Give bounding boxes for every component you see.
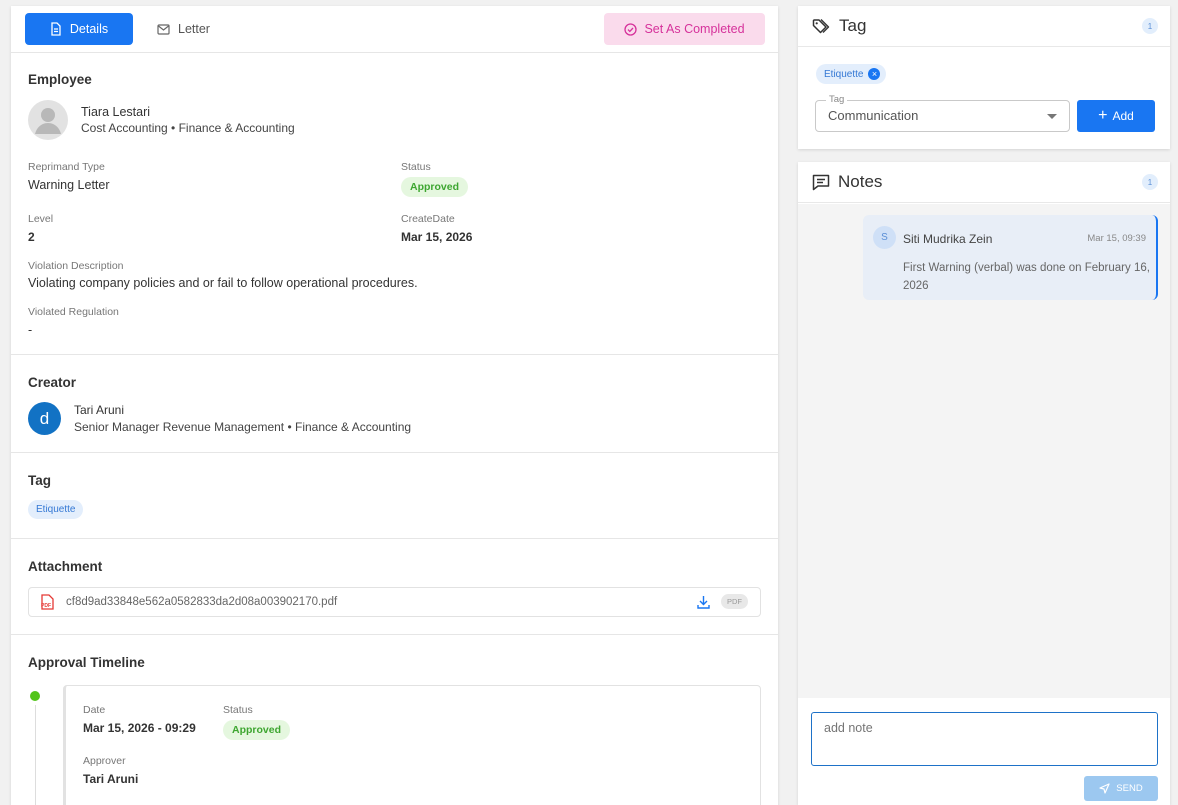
creator-section: Creator d Tari Aruni Senior Manager Reve… [11, 355, 778, 453]
employee-name: Tiara Lestari [81, 105, 151, 119]
timeline-date-value: Mar 15, 2026 - 09:29 [83, 721, 196, 735]
note-card: S Siti Mudrika Zein Mar 15, 09:39 First … [863, 215, 1158, 300]
tag-panel: Tag 1 Etiquette × Tag Communication + Ad… [798, 6, 1170, 149]
tag-panel-chip: Etiquette × [816, 64, 887, 84]
set-as-completed-button[interactable]: Set As Completed [604, 13, 765, 45]
remove-tag-icon[interactable]: × [868, 68, 881, 80]
violation-description-value: Violating company policies and or fail t… [28, 276, 418, 290]
tag-panel-header: Tag 1 [798, 6, 1170, 47]
timeline-status-badge: Approved [223, 720, 291, 740]
creator-name: Tari Aruni [74, 403, 125, 417]
send-icon [1099, 783, 1110, 794]
creator-avatar: d [28, 402, 61, 435]
reprimand-type-label: Reprimand Type [28, 161, 105, 173]
attachment-section-title: Attachment [28, 559, 103, 574]
approval-timeline-title: Approval Timeline [28, 655, 145, 670]
violated-regulation-value: - [28, 323, 33, 337]
user-placeholder-icon [35, 108, 61, 134]
timeline-line [35, 705, 36, 805]
employee-avatar [28, 100, 68, 140]
tag-select-value: Communication [828, 108, 919, 123]
timeline-date-label: Date [83, 704, 106, 716]
pdf-file-icon: PDF [41, 594, 54, 610]
tab-bar: Details Letter Set As Completed [11, 6, 778, 53]
create-date-value: Mar 15, 2026 [401, 230, 473, 244]
timeline-status-label: Status [223, 704, 253, 716]
creator-section-title: Creator [28, 375, 77, 390]
violation-description-label: Violation Description [28, 260, 124, 272]
tag-chip: Etiquette [28, 500, 84, 519]
tag-icon [812, 18, 830, 33]
violated-regulation-label: Violated Regulation [28, 306, 119, 318]
tag-panel-chip-label: Etiquette [824, 68, 864, 80]
notes-count-badge: 1 [1142, 174, 1158, 190]
file-type-badge: PDF [721, 594, 748, 609]
notes-panel-header: Notes 1 [798, 162, 1170, 203]
approval-timeline-section: Approval Timeline Date Mar 15, 2026 - 09… [11, 635, 778, 805]
document-icon [51, 22, 61, 36]
chevron-down-icon [1047, 114, 1057, 119]
tab-details-label: Details [69, 22, 109, 36]
tag-select[interactable]: Tag Communication [815, 94, 1070, 132]
employee-section-title: Employee [28, 72, 92, 87]
attachment-filename[interactable]: cf8d9ad33848e562a0582833da2d08a003902170… [66, 596, 337, 608]
set-as-completed-label: Set As Completed [644, 22, 745, 36]
add-tag-label: Add [1112, 109, 1134, 123]
notes-panel-title: Notes [838, 172, 883, 191]
notes-list: S Siti Mudrika Zein Mar 15, 09:39 First … [798, 204, 1170, 698]
timeline-card: Date Mar 15, 2026 - 09:29 Status Approve… [63, 685, 761, 805]
detail-panel: Details Letter Set As Completed Employee… [11, 6, 778, 805]
attachment-section: Attachment PDF cf8d9ad33848e562a0582833d… [11, 539, 778, 635]
tab-letter-label: Letter [178, 22, 210, 36]
level-label: Level [28, 213, 54, 225]
tag-section: Tag Etiquette [11, 453, 778, 539]
reprimand-type-value: Warning Letter [28, 178, 110, 192]
check-circle-icon [624, 22, 638, 36]
timeline-approver-value: Tari Aruni [83, 772, 139, 786]
send-button[interactable]: SEND [1084, 776, 1158, 801]
status-badge: Approved [401, 177, 469, 197]
tag-count-badge: 1 [1142, 18, 1158, 34]
tab-details[interactable]: Details [25, 13, 133, 45]
comment-icon [812, 174, 830, 190]
send-label: SEND [1116, 783, 1143, 794]
tab-letter[interactable]: Letter [157, 13, 210, 45]
add-tag-button[interactable]: + Add [1077, 100, 1155, 132]
tag-panel-title: Tag [839, 16, 867, 35]
timeline-dot [30, 691, 40, 701]
note-time: Mar 15, 09:39 [1087, 233, 1146, 244]
attachment-file-row[interactable]: PDF cf8d9ad33848e562a0582833da2d08a00390… [28, 587, 761, 617]
mail-icon [157, 23, 170, 35]
add-note-input[interactable] [811, 712, 1158, 766]
level-value: 2 [28, 230, 35, 244]
employee-section: Employee Tiara Lestari Cost Accounting •… [11, 53, 778, 355]
create-date-label: CreateDate [401, 213, 455, 225]
tag-section-title: Tag [28, 473, 51, 488]
employee-position: Cost Accounting • Finance & Accounting [81, 121, 295, 135]
creator-position: Senior Manager Revenue Management • Fina… [74, 420, 412, 434]
note-text: First Warning (verbal) was done on Febru… [903, 262, 1150, 292]
tag-select-label: Tag [826, 94, 848, 105]
plus-icon: + [1098, 107, 1108, 124]
timeline-approver-label: Approver [83, 755, 126, 767]
pdf-file-icon-text: PDF [41, 603, 51, 609]
download-icon[interactable] [697, 595, 710, 614]
note-author: Siti Mudrika Zein [903, 232, 993, 246]
status-label: Status [401, 161, 431, 173]
note-avatar: S [873, 226, 896, 249]
notes-panel: Notes 1 S Siti Mudrika Zein Mar 15, 09:3… [798, 162, 1170, 805]
